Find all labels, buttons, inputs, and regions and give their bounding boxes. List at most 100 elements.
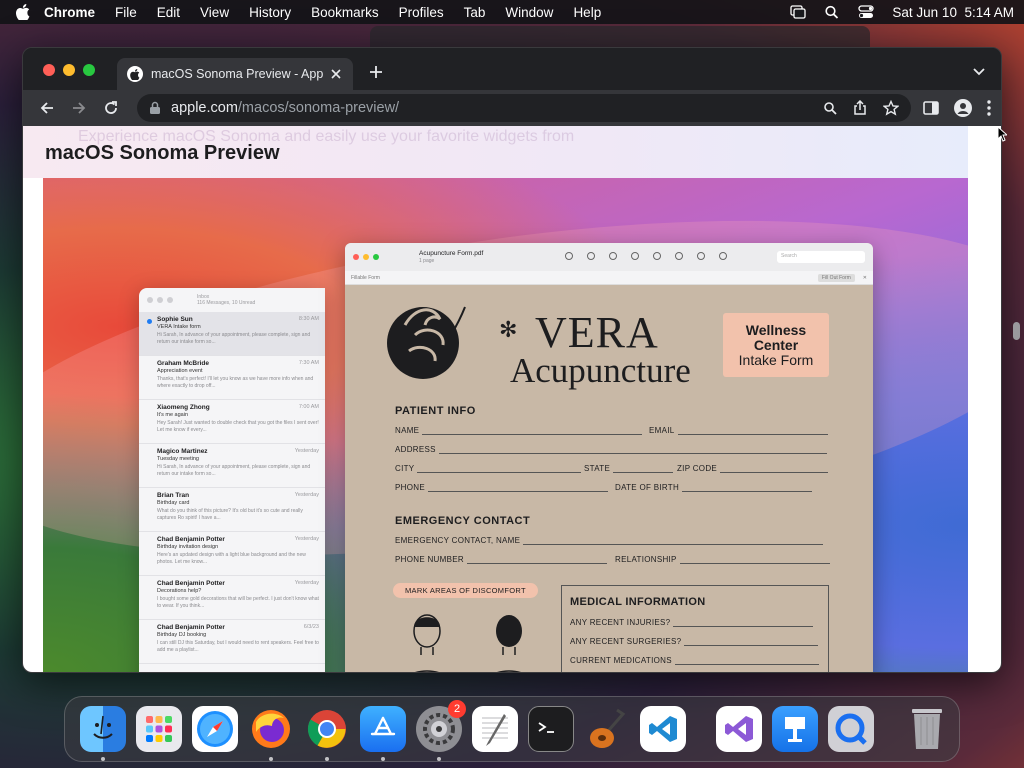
back-button[interactable] <box>33 94 61 122</box>
page-scrollbar-thumb[interactable] <box>1013 322 1020 340</box>
mail-preview: Here's an updated design with a light bl… <box>157 552 306 565</box>
fill-out-form-button: Fill Out Form <box>817 273 855 282</box>
menubar-clock[interactable]: Sat Jun 10 5:14 AM <box>892 5 1014 20</box>
mail-list-item: Chad Benjamin Potter Yesterday Decoration… <box>139 576 325 620</box>
dob-label: DATE OF BIRTH <box>615 483 680 492</box>
patient-info-heading: PATIENT INFO <box>395 405 476 417</box>
more-menu-icon[interactable] <box>987 100 991 116</box>
bookmark-star-icon[interactable] <box>883 100 899 116</box>
forward-button[interactable] <box>65 94 93 122</box>
mail-subject: Birthday invitation design <box>157 544 219 550</box>
close-window-button[interactable] <box>43 64 55 76</box>
menu-history[interactable]: History <box>249 5 291 20</box>
mail-subject: Birthday card <box>157 500 190 506</box>
menu-help[interactable]: Help <box>573 5 601 20</box>
menu-window[interactable]: Window <box>505 5 553 20</box>
page-content: Experience macOS Sonoma and easily use y… <box>23 126 1001 672</box>
dock-garageband[interactable] <box>584 706 630 752</box>
medical-info-heading: MEDICAL INFORMATION <box>570 596 706 608</box>
dock-vscode[interactable] <box>640 706 686 752</box>
control-center-icon[interactable] <box>858 5 875 19</box>
relationship-field: RELATIONSHIP <box>615 555 830 564</box>
new-tab-icon[interactable] <box>369 65 383 79</box>
dock-system-settings[interactable]: 2 <box>416 700 466 761</box>
quicktime-icon <box>835 713 867 745</box>
mail-list-item: Brian Tran Yesterday Birthday card What d… <box>139 488 325 532</box>
mail-time: Yesterday <box>294 448 319 454</box>
fillable-form-bar: Fillable Form Fill Out Form ✕ <box>345 271 873 285</box>
dock-chrome[interactable] <box>304 706 350 761</box>
launchpad-icon <box>146 716 172 742</box>
window-controls <box>43 64 95 76</box>
spotlight-search-icon[interactable] <box>824 5 840 19</box>
profile-avatar-icon[interactable] <box>953 98 973 118</box>
page-title: macOS Sonoma Preview <box>45 142 280 164</box>
address-field: ADDRESS <box>395 445 827 454</box>
menu-edit[interactable]: Edit <box>157 5 180 20</box>
url-path: /macos/sonoma-preview/ <box>237 100 400 116</box>
back-arrow-icon <box>40 102 53 114</box>
dock-launchpad[interactable] <box>136 706 182 752</box>
mail-preview: I can still DJ this Saturday, but I woul… <box>157 640 319 653</box>
mail-time: 8:30 AM <box>298 316 319 322</box>
unread-dot-icon <box>147 319 152 324</box>
phone-number-field: PHONE NUMBER <box>395 555 607 564</box>
screen-mirroring-icon[interactable] <box>790 5 807 19</box>
dock-textedit[interactable] <box>472 706 518 752</box>
dock-visual-studio[interactable] <box>716 706 762 752</box>
guitar-icon <box>590 708 626 748</box>
menu-app-name[interactable]: Chrome <box>44 5 95 20</box>
dock-trash[interactable] <box>904 706 950 752</box>
emergency-contact-heading: EMERGENCY CONTACT <box>395 515 531 527</box>
email-label: EMAIL <box>649 426 675 435</box>
mail-subject: It's me again <box>157 412 189 418</box>
tab-active[interactable]: macOS Sonoma Preview - Appl <box>117 58 353 90</box>
dock-quicktime[interactable] <box>828 706 874 752</box>
dock-safari[interactable] <box>192 706 238 752</box>
zip-field: ZIP CODE <box>677 464 829 473</box>
menu-profiles[interactable]: Profiles <box>399 5 444 20</box>
mail-subject: Tuesday meeting <box>157 456 199 462</box>
notification-badge: 2 <box>448 700 466 718</box>
email-field: EMAIL <box>649 426 828 435</box>
mail-time: 7:30 AM <box>298 360 319 366</box>
reload-button[interactable] <box>97 94 125 122</box>
url-host: apple.com <box>171 100 238 116</box>
dock-terminal[interactable] <box>528 706 574 752</box>
share-icon[interactable] <box>853 100 867 116</box>
address-bar[interactable]: apple.com /macos/sonoma-preview/ <box>137 94 911 122</box>
apple-menu-icon[interactable] <box>16 4 30 20</box>
dock-firefox[interactable] <box>248 706 294 761</box>
mail-preview: Hi Sarah, In advance of your appointment… <box>157 464 311 477</box>
mail-sender: Chad Benjamin Potter <box>157 536 225 543</box>
mail-list-item: Sophie Sun 8:30 AM VERA Intake form Hi Sa… <box>139 312 325 356</box>
finder-icon <box>93 715 113 739</box>
zoom-window-button[interactable] <box>83 64 95 76</box>
mail-time: Yesterday <box>294 536 319 542</box>
mail-time: Yesterday <box>294 580 319 586</box>
mail-subject: Birthday DJ booking <box>157 632 207 638</box>
injuries-label: ANY RECENT INJURIES? <box>570 618 671 627</box>
dock-finder[interactable] <box>80 706 126 761</box>
menu-tab[interactable]: Tab <box>464 5 486 20</box>
vscode-icon <box>649 716 677 742</box>
mail-sender: Brian Tran <box>157 492 190 499</box>
side-panel-icon[interactable] <box>923 101 939 115</box>
surgeries-label: ANY RECENT SURGERIES? <box>570 637 682 646</box>
close-tab-icon[interactable] <box>329 67 343 81</box>
menu-bookmarks[interactable]: Bookmarks <box>311 5 379 20</box>
tab-search-chevron-icon[interactable] <box>973 68 985 76</box>
site-info-icon[interactable] <box>149 101 161 115</box>
keynote-podium-icon <box>785 717 805 742</box>
search-page-icon[interactable] <box>823 101 837 115</box>
dock-keynote[interactable] <box>772 706 818 752</box>
textedit-icon <box>482 714 508 746</box>
brand-flower-icon: ✻ <box>499 317 518 342</box>
menu-file[interactable]: File <box>115 5 137 20</box>
minimize-window-button[interactable] <box>63 64 75 76</box>
menu-view[interactable]: View <box>200 5 229 20</box>
dock-app-store[interactable] <box>360 706 406 761</box>
zip-label: ZIP CODE <box>677 464 718 473</box>
mouse-cursor-icon <box>997 126 1007 142</box>
city-label: CITY <box>395 464 415 473</box>
